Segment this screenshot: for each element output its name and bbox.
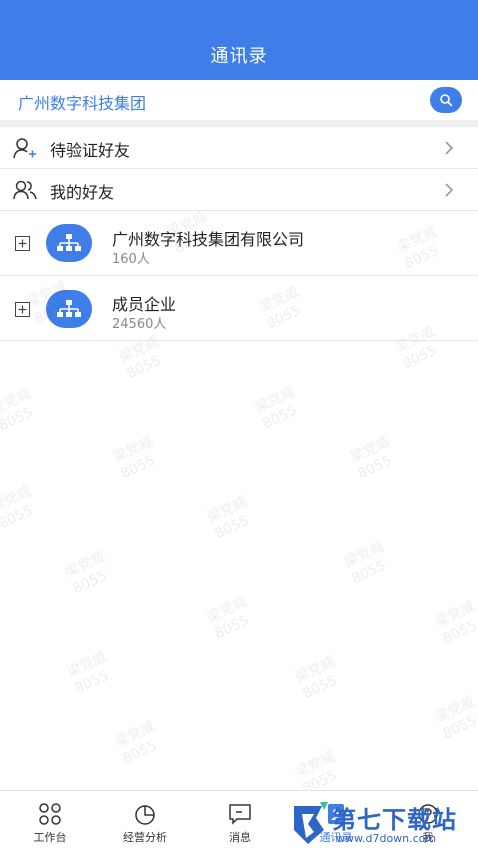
pending-friends-label: 待验证好友 <box>50 141 131 160</box>
my-friends-row[interactable]: 我的好友 <box>0 169 478 211</box>
brand-url: www.d7down.com <box>336 832 437 845</box>
plus-icon <box>18 305 27 314</box>
watermark-text: 梁党威 8055 <box>252 383 300 433</box>
watermark-text: 梁党威 8055 <box>347 433 395 483</box>
tab-workbench[interactable]: 工作台 <box>20 791 80 850</box>
watermark-text: 梁党威 8055 <box>0 385 36 435</box>
org-avatar <box>46 290 92 328</box>
watermark-text: 梁党威 8055 <box>292 653 340 703</box>
app-header: 通讯录 <box>0 0 478 80</box>
search-icon <box>440 94 453 107</box>
users-icon <box>13 180 37 200</box>
pie-chart-icon <box>135 805 155 825</box>
group-row-members[interactable]: 成员企业 24560人 <box>0 276 478 341</box>
watermark-text: 梁党威 8055 <box>64 648 112 698</box>
watermark-text: 梁党威 8055 <box>204 593 252 643</box>
watermark-text: 梁党威 8055 <box>112 718 160 768</box>
search-button[interactable] <box>430 87 462 113</box>
expand-toggle[interactable] <box>15 236 30 251</box>
tab-label: 消息 <box>229 831 251 844</box>
brand-name: 第七下载站 <box>332 806 457 834</box>
org-chart-icon <box>57 234 81 251</box>
chevron-right-icon <box>445 141 454 155</box>
watermark-text: 梁党威 8055 <box>110 433 158 483</box>
expand-toggle[interactable] <box>15 302 30 317</box>
search-input[interactable]: 广州数字科技集团 <box>18 90 146 114</box>
group-member-count: 24560人 <box>112 317 167 332</box>
search-bar[interactable]: 广州数字科技集团 <box>0 80 478 120</box>
watermark-text: 梁党威 8055 <box>204 493 252 543</box>
tab-analysis[interactable]: 经营分析 <box>108 791 182 850</box>
my-friends-label: 我的好友 <box>50 183 115 202</box>
add-user-icon <box>13 138 36 159</box>
watermark-text: 梁党威 8055 <box>62 548 110 598</box>
page-title: 通讯录 <box>210 46 268 67</box>
org-avatar <box>46 224 92 262</box>
group-name: 广州数字科技集团有限公司 <box>112 230 305 249</box>
chevron-right-icon <box>445 183 454 197</box>
watermark-text: 梁党威 8055 <box>341 538 389 588</box>
tab-messages[interactable]: 消息 <box>210 791 270 850</box>
group-row-company[interactable]: 广州数字科技集团有限公司 160人 <box>0 211 478 276</box>
watermark-text: 梁党威 8055 <box>432 693 478 743</box>
message-icon <box>229 804 251 825</box>
site-logo: 第七下载站 www.d7down.com <box>290 798 478 850</box>
org-chart-icon <box>57 300 81 317</box>
tab-label: 经营分析 <box>123 831 167 844</box>
group-member-count: 160人 <box>112 252 150 267</box>
brand-logo-icon <box>294 802 328 844</box>
group-name: 成员企业 <box>112 295 177 314</box>
grid-icon <box>39 803 61 825</box>
tab-label: 工作台 <box>33 831 67 844</box>
section-divider <box>0 120 478 127</box>
plus-icon <box>18 239 27 248</box>
pending-friends-row[interactable]: 待验证好友 <box>0 127 478 169</box>
watermark-text: 梁党威 8055 <box>432 598 478 648</box>
watermark-text: 梁党威 8055 <box>0 483 36 533</box>
